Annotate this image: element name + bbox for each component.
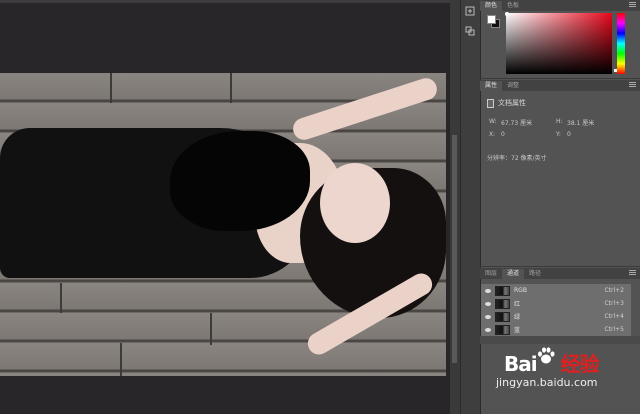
foreground-color-swatch[interactable] [487, 15, 496, 24]
channel-thumbnail [495, 324, 510, 335]
color-picker-field[interactable] [506, 13, 612, 74]
properties-title-text: 文档属性 [498, 99, 526, 107]
channel-shortcut: Ctrl+2 [604, 287, 624, 294]
canvas-top-border [0, 0, 450, 3]
photo-dress-ruffle [170, 131, 310, 231]
color-panel-tabs: 颜色 色板 [480, 0, 640, 11]
channel-thumbnail [495, 311, 510, 322]
x-label: X: [489, 131, 496, 138]
visibility-eye-icon[interactable] [483, 325, 492, 334]
width-value[interactable]: 67.73 厘米 [501, 118, 532, 127]
channel-row-green[interactable]: 绿 Ctrl+4 [481, 310, 631, 323]
hue-slider-handle[interactable] [614, 69, 617, 72]
tab-color[interactable]: 颜色 [480, 1, 503, 11]
tab-swatches[interactable]: 色板 [502, 1, 524, 11]
visibility-eye-icon[interactable] [483, 286, 492, 295]
document-icon [487, 98, 494, 108]
photo-face [320, 163, 390, 243]
panel-menu-icon[interactable] [629, 82, 636, 87]
tab-paths[interactable]: 路径 [524, 269, 546, 279]
panel-icon-column [460, 0, 480, 414]
properties-panel-tabs: 属性 调整 [480, 80, 640, 91]
tab-channels[interactable]: 通道 [502, 269, 525, 279]
document-canvas[interactable] [0, 0, 450, 414]
plank-seam [60, 283, 62, 313]
watermark-brand-jingyan: 经验 [560, 352, 600, 376]
tab-properties[interactable]: 属性 [480, 81, 503, 91]
panel-divider [480, 266, 640, 267]
watermark-site: jingyan.baidu.com [496, 376, 598, 389]
channel-thumbnail [495, 285, 510, 296]
visibility-eye-icon[interactable] [483, 312, 492, 321]
visibility-eye-icon[interactable] [483, 299, 492, 308]
channel-row-blue[interactable]: 蓝 Ctrl+5 [481, 323, 631, 336]
document-image[interactable] [0, 73, 446, 376]
history-icon[interactable] [462, 4, 478, 18]
photo-arm-upper [290, 75, 440, 143]
baidu-jingyan-watermark: Bai 经验 jingyan.baidu.com [496, 342, 636, 402]
channel-shortcut: Ctrl+4 [604, 313, 624, 320]
panel-menu-icon[interactable] [629, 2, 636, 7]
properties-icon[interactable] [462, 24, 478, 38]
panel-divider [480, 78, 640, 79]
tab-layers[interactable]: 图层 [480, 269, 502, 279]
channels-panel-tabs: 图层 通道 路径 [480, 268, 640, 279]
plank-seam [120, 343, 122, 376]
color-picker-cursor[interactable] [505, 12, 509, 16]
channel-name: 绿 [514, 314, 521, 321]
watermark-brand-bai: Bai [504, 352, 538, 376]
channel-row-rgb[interactable]: RGB Ctrl+2 [481, 284, 631, 297]
channel-thumbnail [495, 298, 510, 309]
plank-seam [210, 313, 212, 345]
channel-row-red[interactable]: 红 Ctrl+3 [481, 297, 631, 310]
scrollbar-thumb[interactable] [452, 135, 457, 363]
panel-menu-icon[interactable] [629, 270, 636, 275]
channel-name: RGB [514, 287, 527, 294]
x-value[interactable]: 0 [501, 131, 505, 138]
channel-shortcut: Ctrl+5 [604, 326, 624, 333]
properties-title: 文档属性 [487, 96, 637, 110]
baidu-paw-icon [538, 347, 555, 364]
y-value[interactable]: 0 [567, 131, 571, 138]
y-label: Y: [556, 131, 561, 138]
height-value[interactable]: 38.1 厘米 [567, 118, 594, 127]
photoshop-window: 颜色 色板 属性 调整 文档属性 W: 67.73 厘米 H: 38.1 厘米 … [0, 0, 640, 414]
plank-seam [230, 73, 232, 103]
height-label: H: [556, 118, 563, 125]
channel-name: 蓝 [514, 327, 521, 334]
plank-seam [110, 73, 112, 103]
resolution-text: 分辨率：72 像素/英寸 [487, 155, 547, 162]
hue-slider[interactable] [617, 13, 625, 74]
width-label: W: [489, 118, 497, 125]
channel-shortcut: Ctrl+3 [604, 300, 624, 307]
channel-name: 红 [514, 301, 521, 308]
tab-adjustments[interactable]: 调整 [502, 81, 524, 91]
